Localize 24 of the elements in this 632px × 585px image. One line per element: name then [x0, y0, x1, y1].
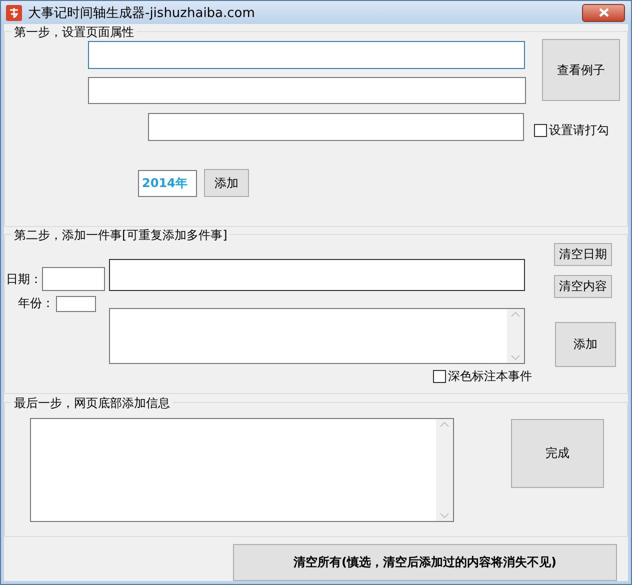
year-label: 年份： — [18, 295, 54, 312]
app-logo-icon — [6, 4, 22, 20]
date-label: 日期： — [6, 270, 42, 288]
done-button[interactable]: 完成 — [511, 419, 604, 488]
date-field[interactable] — [42, 267, 105, 291]
close-button[interactable] — [582, 4, 625, 22]
input-field[interactable] — [109, 259, 525, 291]
year-field[interactable] — [56, 296, 96, 312]
input-field[interactable] — [88, 41, 525, 69]
window-title: 大事记时间轴生成器-jishuzhaiba.com — [28, 4, 256, 22]
input-field[interactable] — [88, 77, 526, 104]
close-icon — [598, 8, 608, 17]
clear-all-button[interactable]: 清空所有(慎选，清空后添加过的内容将消失不见) — [233, 544, 617, 581]
group-label: 第一步，设置页面属性 — [11, 24, 137, 41]
clear-date-button[interactable]: 清空日期 — [554, 243, 612, 266]
group-label: 最后一步，网页底部添加信息 — [11, 395, 173, 412]
checkbox[interactable]: 深色标注本事件 — [433, 368, 532, 385]
input-field[interactable] — [148, 113, 524, 141]
clear-content-button[interactable]: 清空内容 — [554, 275, 612, 298]
add-button[interactable]: 添加 — [555, 322, 616, 367]
add-button[interactable]: 添加 — [204, 169, 249, 197]
example-button[interactable]: 查看例子 — [542, 39, 620, 101]
checkbox[interactable]: 设置请打勾 — [534, 122, 609, 138]
group-label: 第二步，添加一件事[可重复添加多件事] — [11, 227, 230, 244]
